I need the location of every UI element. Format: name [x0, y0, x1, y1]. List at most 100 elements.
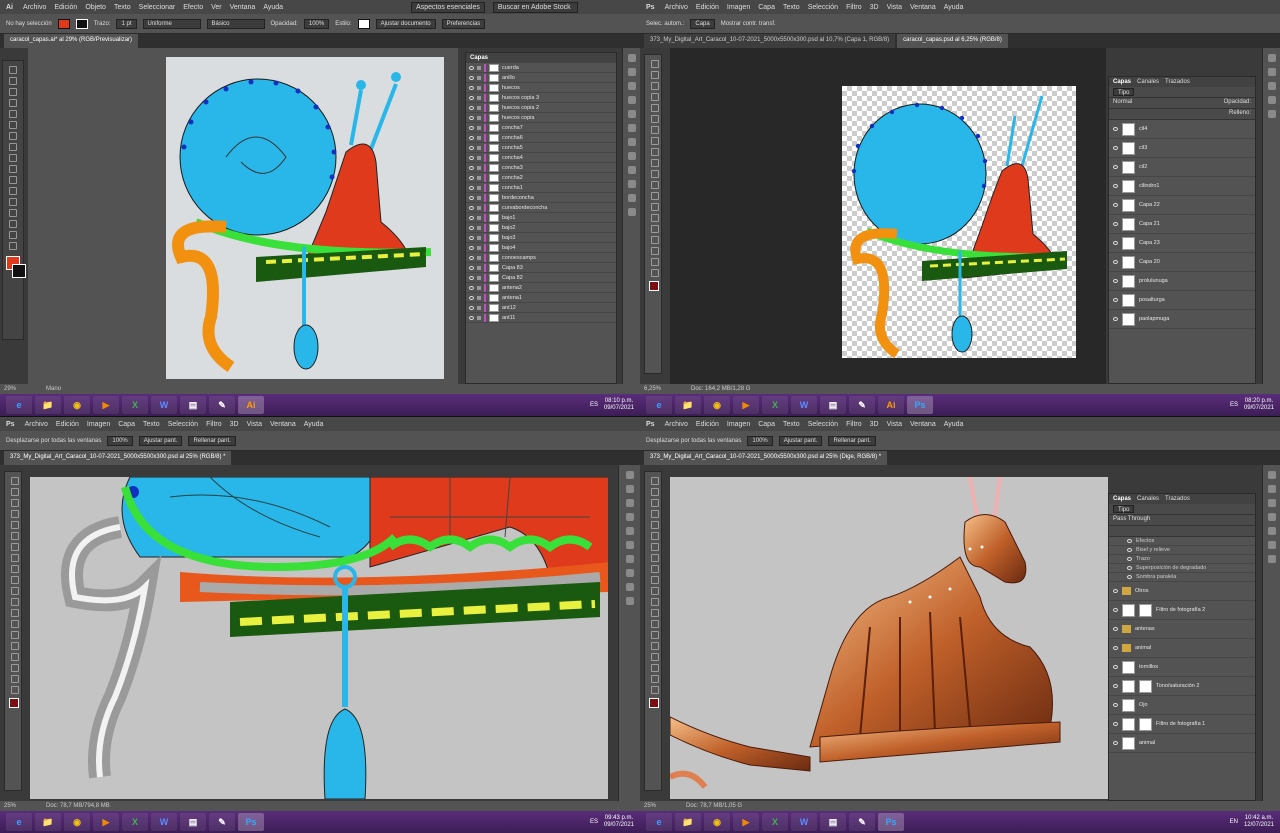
layer-row[interactable]: Filtro de fotografía 2	[1109, 601, 1255, 620]
menu-item[interactable]: 3D	[870, 4, 879, 11]
stock-search-input[interactable]: Buscar en Adobe Stock	[492, 1, 578, 13]
menu-item[interactable]: Archivo	[665, 4, 688, 11]
properties-icon[interactable]	[1267, 68, 1276, 76]
channels-icon[interactable]	[1267, 541, 1276, 549]
zoom-100-button[interactable]: 100%	[747, 435, 773, 446]
menu-item[interactable]: 3D	[870, 421, 879, 428]
eraser-tool-icon[interactable]	[11, 587, 19, 595]
canvas-area[interactable]	[668, 476, 1108, 799]
visibility-eye-icon[interactable]	[469, 295, 474, 300]
layer-row[interactable]: curvabordeconcha	[466, 203, 616, 213]
explorer-icon[interactable]: 📁	[675, 396, 701, 414]
visibility-eye-icon[interactable]	[469, 135, 474, 140]
layer-filter-select[interactable]: Tipo	[1113, 505, 1135, 513]
visibility-eye-icon[interactable]	[1113, 203, 1118, 207]
swatches-icon[interactable]	[1267, 96, 1276, 104]
visibility-eye-icon[interactable]	[1113, 684, 1118, 688]
eraser-tool-icon[interactable]	[9, 154, 17, 162]
menu-item[interactable]: Ventana	[270, 421, 296, 428]
eyedropper-icon[interactable]	[9, 220, 17, 228]
ie-icon[interactable]: e	[6, 813, 32, 831]
menu-item[interactable]: Vista	[887, 4, 902, 11]
explorer-icon[interactable]: 📁	[35, 813, 61, 831]
rectangle-tool-icon[interactable]	[9, 121, 17, 129]
quick-select-icon[interactable]	[651, 93, 659, 101]
visibility-eye-icon[interactable]	[469, 185, 474, 190]
visibility-eye-icon[interactable]	[1113, 222, 1118, 226]
zoom-tool-icon[interactable]	[11, 686, 19, 694]
gradient-panel-icon[interactable]	[627, 124, 636, 132]
visibility-eye-icon[interactable]	[469, 285, 474, 290]
type-tool-icon[interactable]	[651, 225, 659, 233]
photoshop-taskbar-icon[interactable]: Ps	[907, 396, 933, 414]
layer-row[interactable]: bajo3	[466, 233, 616, 243]
layer-row[interactable]: anillo	[466, 73, 616, 83]
pencil-tool-icon[interactable]	[9, 143, 17, 151]
scale-tool-icon[interactable]	[9, 176, 17, 184]
chrome-icon[interactable]: ◉	[64, 396, 90, 414]
blur-tool-icon[interactable]	[651, 609, 659, 617]
layers-tab[interactable]: Capas	[470, 55, 488, 61]
zoom-level[interactable]: 25%	[4, 803, 16, 809]
document-tab[interactable]: 373_My_Digital_Art_Caracol_10-07-2021_50…	[644, 34, 896, 48]
symbols-icon[interactable]	[627, 96, 636, 104]
chrome-icon[interactable]: ◉	[704, 813, 730, 831]
paint-icon[interactable]: ✎	[849, 813, 875, 831]
type-tool-icon[interactable]	[11, 642, 19, 650]
eraser-tool-icon[interactable]	[651, 587, 659, 595]
visibility-eye-icon[interactable]	[1113, 165, 1118, 169]
layer-row[interactable]: bajo2	[466, 223, 616, 233]
visibility-eye-icon[interactable]	[469, 265, 474, 270]
shape-tool-icon[interactable]	[651, 247, 659, 255]
layers-icon[interactable]	[1267, 527, 1276, 535]
scroll-all-checkbox[interactable]: Desplazarse por todas las ventanas	[6, 438, 101, 444]
layer-row[interactable]: Bisel y relieve	[1109, 546, 1255, 555]
layer-row[interactable]: concha6	[466, 133, 616, 143]
layer-row[interactable]: concha1	[466, 183, 616, 193]
line-tool-icon[interactable]	[9, 110, 17, 118]
photoshop-taskbar-icon[interactable]: Ps	[878, 813, 904, 831]
stroke-swatch[interactable]	[75, 18, 88, 29]
zoom-level[interactable]: 29%	[4, 386, 16, 392]
menu-item[interactable]: Ventana	[910, 4, 936, 11]
explorer-icon[interactable]: 📁	[35, 396, 61, 414]
pen-tool-icon[interactable]	[651, 214, 659, 222]
layer-row[interactable]: conoescamps	[466, 253, 616, 263]
lock-icon[interactable]	[477, 145, 481, 150]
color-icon[interactable]	[1267, 82, 1276, 90]
visibility-eye-icon[interactable]	[1113, 260, 1118, 264]
shape-tool-icon[interactable]	[11, 664, 19, 672]
visibility-eye-icon[interactable]	[469, 305, 474, 310]
blend-mode-select[interactable]: Normal	[1113, 99, 1132, 107]
media-icon[interactable]: ▶	[93, 813, 119, 831]
layer-row[interactable]: antena2	[466, 283, 616, 293]
move-tool-icon[interactable]	[651, 60, 659, 68]
layers-tab[interactable]: Capas	[1113, 79, 1131, 85]
document-tab[interactable]: 373_My_Digital_Art_Caracol_10-07-2021_50…	[644, 451, 888, 465]
layer-row[interactable]: Ojo	[1109, 696, 1255, 715]
character-icon[interactable]	[625, 597, 634, 605]
canvas-area[interactable]	[670, 48, 1106, 384]
visibility-eye-icon[interactable]	[1113, 608, 1118, 612]
visibility-eye-icon[interactable]	[1113, 317, 1118, 321]
hand-tool-icon[interactable]	[651, 675, 659, 683]
media-icon[interactable]: ▶	[93, 396, 119, 414]
layer-row[interactable]: huecos	[466, 83, 616, 93]
layer-row[interactable]: cil3	[1109, 139, 1255, 158]
visibility-eye-icon[interactable]	[469, 145, 474, 150]
paths-icon[interactable]	[1267, 555, 1276, 563]
opacity-field[interactable]: 100%	[303, 18, 330, 29]
zoom-level[interactable]: 6,25%	[644, 386, 661, 392]
stroke-weight-field[interactable]: 1 pt	[116, 18, 137, 29]
visibility-eye-icon[interactable]	[469, 85, 474, 90]
dodge-tool-icon[interactable]	[11, 620, 19, 628]
lock-icon[interactable]	[477, 225, 481, 230]
visibility-eye-icon[interactable]	[469, 315, 474, 320]
menu-item[interactable]: Edición	[56, 421, 79, 428]
visibility-eye-icon[interactable]	[469, 75, 474, 80]
layer-row[interactable]: ant12	[466, 303, 616, 313]
layer-row[interactable]: Filtro de fotografía 1	[1109, 715, 1255, 734]
visibility-eye-icon[interactable]	[469, 215, 474, 220]
media-icon[interactable]: ▶	[733, 813, 759, 831]
marquee-tool-icon[interactable]	[651, 71, 659, 79]
